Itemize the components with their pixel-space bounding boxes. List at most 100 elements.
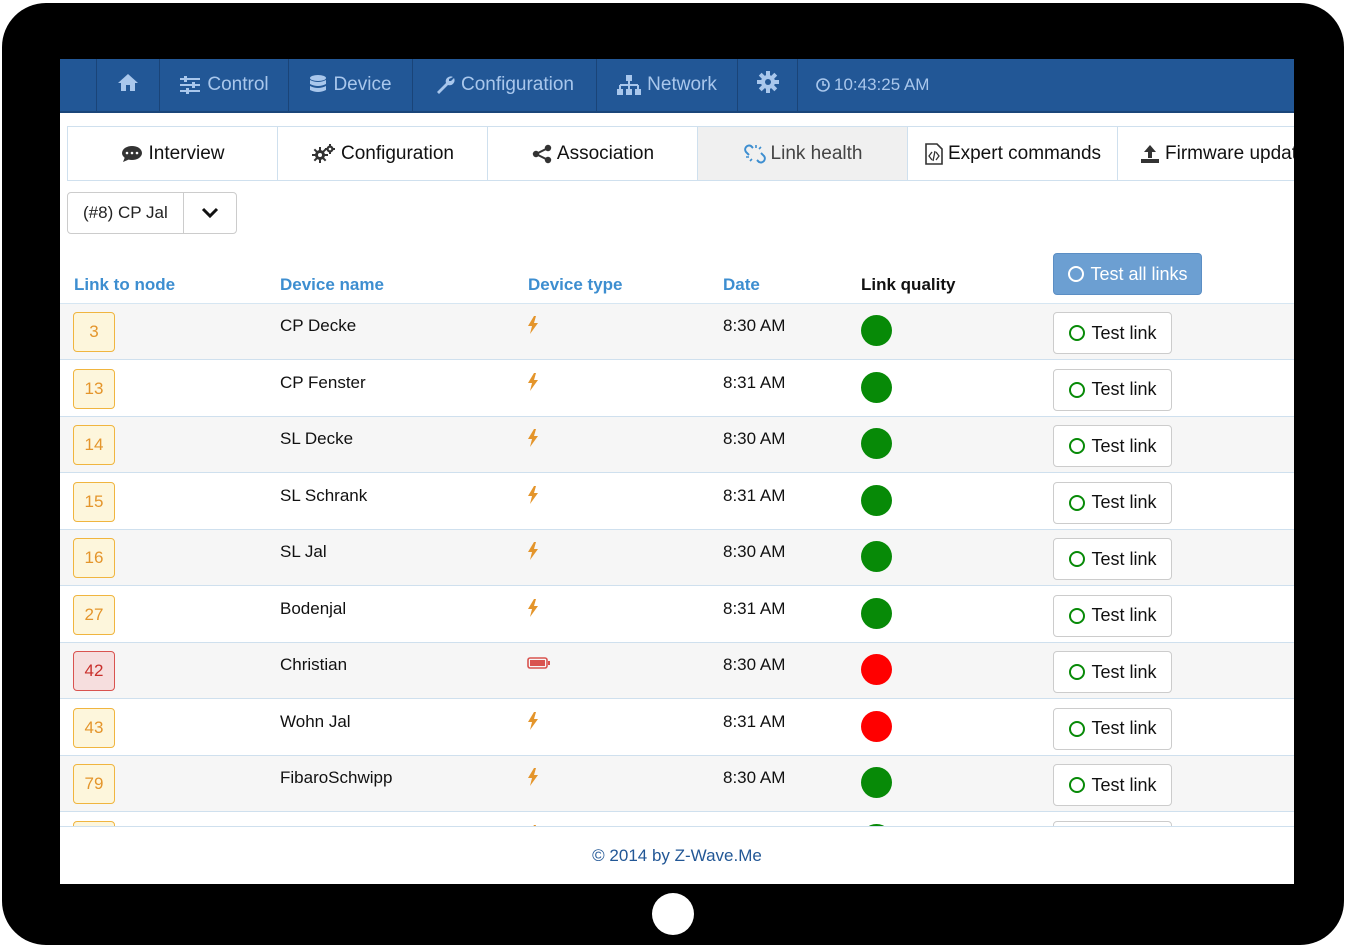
test-link-label: Test link <box>1091 605 1157 625</box>
device-name: CP Decke <box>280 316 357 335</box>
sitemap-icon <box>617 75 642 95</box>
link-date: 8:31 AM <box>723 372 786 392</box>
footer-copyright: © 2014 by Z-Wave.Me <box>592 846 762 865</box>
bolt-icon <box>527 429 539 447</box>
node-badge[interactable]: 3 <box>73 312 115 352</box>
tab-interview[interactable]: Interview <box>67 127 278 180</box>
nav-control-label: Control <box>207 74 269 95</box>
cogs-icon <box>311 143 336 164</box>
battery-icon <box>527 657 551 669</box>
header-date[interactable]: Date <box>723 275 760 295</box>
tablet-home-button[interactable] <box>652 893 694 935</box>
share-icon <box>532 144 552 164</box>
table-row: 79 FibaroSchwipp 8:30 AM Test link <box>60 756 1294 812</box>
link-date: 8:30 AM <box>723 768 786 787</box>
table-row: 80FibaroSchwipp28:30 AMTest link <box>60 812 1294 826</box>
bolt-icon <box>527 485 539 504</box>
nav-configuration-label: Configuration <box>460 74 575 95</box>
test-link-button[interactable]: Test link <box>1053 707 1172 750</box>
node-select-dropdown[interactable]: (#8) CP Jal <box>67 192 237 234</box>
test-link-button[interactable]: Test link <box>1053 594 1172 637</box>
gear-icon <box>756 71 779 99</box>
circle-icon <box>1068 663 1086 681</box>
circle-icon <box>1068 550 1086 568</box>
tab-configuration[interactable]: Configuration <box>277 127 488 180</box>
node-badge[interactable]: 43 <box>73 707 115 748</box>
test-link-button[interactable]: Test link <box>1053 651 1172 693</box>
test-link-button[interactable]: Test link <box>1053 312 1172 354</box>
link-quality-indicator <box>861 371 892 403</box>
node-badge[interactable]: 15 <box>73 481 115 522</box>
device-name: Christian <box>280 655 348 674</box>
nav-network[interactable]: Network <box>597 59 738 111</box>
circle-icon <box>1068 437 1086 455</box>
device-name: FibaroSchwipp <box>280 768 393 787</box>
tab-configuration-label: Configuration <box>340 142 455 164</box>
table-row: 27 Bodenjal 8:31 AM Test link <box>60 586 1294 643</box>
circle-icon <box>1068 607 1086 625</box>
link-quality-indicator <box>861 541 892 572</box>
link-date: 8:30 AM <box>723 316 786 335</box>
node-badge[interactable]: 16 <box>73 538 115 578</box>
device-name: Bodenjal <box>280 598 347 618</box>
tab-firmware-update[interactable]: Firmware updat <box>1117 127 1294 180</box>
nav-settings-button[interactable] <box>738 59 798 111</box>
circle-icon <box>1068 324 1086 342</box>
nav-device[interactable]: Device <box>289 59 413 111</box>
node-badge[interactable]: 14 <box>73 425 115 465</box>
circle-icon <box>1068 776 1086 794</box>
app-screen: Control Device Configuration Network 10:… <box>60 59 1294 884</box>
device-name: SL Schrank <box>280 485 368 505</box>
device-name: SL Decke <box>280 429 354 448</box>
test-link-button[interactable]: Test link <box>1053 481 1172 524</box>
nav-network-label: Network <box>647 74 717 95</box>
bolt-icon <box>527 316 539 334</box>
node-badge[interactable]: 42 <box>73 651 115 691</box>
clock-icon <box>816 78 830 92</box>
node-badge[interactable]: 79 <box>73 764 115 804</box>
link-date: 8:31 AM <box>723 598 786 618</box>
tab-link-health[interactable]: Link health <box>697 127 908 180</box>
sliders-icon <box>179 76 201 94</box>
link-quality-indicator <box>861 597 892 629</box>
tab-association-label: Association <box>556 142 655 164</box>
header-device-type[interactable]: Device type <box>528 275 623 295</box>
header-device-name[interactable]: Device name <box>280 275 384 295</box>
chevron-down-icon[interactable] <box>183 193 236 233</box>
nav-clock: 10:43:25 AM <box>816 59 929 111</box>
tab-firmware-update-label: Firmware updat <box>1165 142 1294 164</box>
table-row: 15 SL Schrank 8:31 AM Test link <box>60 473 1294 530</box>
table-row: 43 Wohn Jal 8:31 AM Test link <box>60 699 1294 756</box>
circle-icon <box>1068 381 1086 399</box>
test-link-label: Test link <box>1091 774 1157 795</box>
node-badge[interactable]: 13 <box>73 368 115 409</box>
link-date: 8:31 AM <box>723 711 786 731</box>
link-quality-indicator <box>861 710 892 742</box>
bolt-icon <box>527 372 539 391</box>
wrench-icon <box>435 75 455 95</box>
node-badge[interactable]: 27 <box>73 594 115 635</box>
tab-association[interactable]: Association <box>487 127 698 180</box>
header-link-to-node[interactable]: Link to node <box>74 275 175 295</box>
link-date: 8:30 AM <box>723 542 786 561</box>
test-link-label: Test link <box>1091 322 1157 343</box>
nav-control[interactable]: Control <box>160 59 289 111</box>
device-name: CP Fenster <box>280 372 366 392</box>
test-link-button[interactable]: Test link <box>1053 538 1172 580</box>
test-link-label: Test link <box>1091 379 1157 399</box>
test-link-button[interactable]: Test link <box>1053 425 1172 467</box>
circle-icon <box>1068 494 1086 512</box>
device-tabs: Interview Configuration Association Link… <box>67 126 1294 181</box>
test-all-links-button[interactable]: Test all links <box>1053 253 1202 295</box>
database-icon <box>309 74 327 96</box>
test-link-button[interactable]: Test link <box>1053 368 1172 411</box>
link-quality-indicator <box>861 428 892 459</box>
table-row: 42 Christian 8:30 AM Test link <box>60 643 1294 699</box>
tab-link-health-label: Link health <box>770 142 863 164</box>
tab-expert-commands[interactable]: Expert commands <box>907 127 1118 180</box>
test-link-label: Test link <box>1091 548 1157 569</box>
circle-icon <box>1067 265 1085 283</box>
test-link-button[interactable]: Test link <box>1053 764 1172 806</box>
nav-home-button[interactable] <box>96 59 160 111</box>
nav-configuration[interactable]: Configuration <box>413 59 597 111</box>
